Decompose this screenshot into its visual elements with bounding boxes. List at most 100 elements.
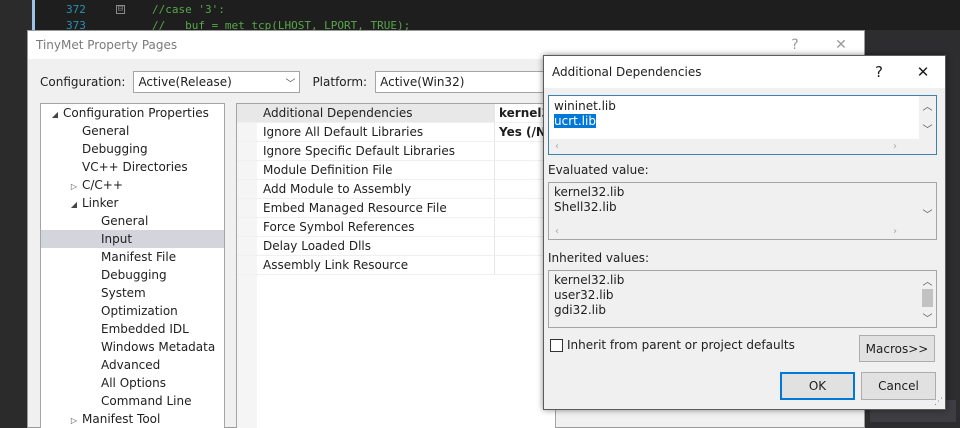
line-number: 373 <box>66 19 86 30</box>
property-name: Additional Dependencies <box>237 104 495 122</box>
property-tree[interactable]: ◢ Configuration Properties General Debuggin… <box>40 103 225 428</box>
property-row[interactable]: Additional Dependencieskernel32. <box>237 104 555 123</box>
property-row[interactable]: Force Symbol References <box>237 218 555 237</box>
scroll-down-icon[interactable]: ﹀ <box>919 206 936 221</box>
tree-item[interactable]: Manifest File <box>41 248 224 266</box>
text-line: Shell32.lib <box>549 200 936 215</box>
tree-item[interactable]: All Options <box>41 374 224 392</box>
tree-item-label: Input <box>101 232 133 246</box>
scroll-up-icon[interactable]: ︿ <box>919 98 936 113</box>
tree-item[interactable]: ◢ Configuration Properties <box>41 104 224 122</box>
property-row[interactable]: Delay Loaded Dlls <box>237 237 555 256</box>
platform-value: Active(Win32) <box>380 75 465 89</box>
vertical-scrollbar[interactable]: ︿ ﹀ <box>919 96 936 154</box>
tree-item[interactable]: Command Line <box>41 392 224 410</box>
tree-item[interactable]: Windows Metadata <box>41 338 224 356</box>
tree-item[interactable]: Debugging <box>41 266 224 284</box>
cancel-button[interactable]: Cancel <box>861 372 936 400</box>
text-line: wininet.lib <box>549 99 936 114</box>
macros-button[interactable]: Macros>> <box>859 335 935 362</box>
scroll-down-icon[interactable]: ﹀ <box>919 121 936 136</box>
property-name: Assembly Link Resource <box>237 256 495 274</box>
resize-grip-icon[interactable]: ⋰ <box>934 397 943 407</box>
tree-item-label: Advanced <box>101 358 161 372</box>
inherited-values-box: kernel32.lib user32.lib gdi32.lib ︿ ﹀ <box>548 270 937 328</box>
tree-item-label: Manifest File <box>101 250 177 264</box>
line-text: user32.lib <box>554 288 614 302</box>
property-row[interactable]: Ignore All Default Libraries Yes (/NO <box>237 123 555 142</box>
property-row[interactable]: Embed Managed Resource File <box>237 199 555 218</box>
horizontal-scrollbar[interactable]: ‹ › <box>549 139 921 154</box>
text-line: gdi32.lib <box>549 303 936 318</box>
property-row[interactable]: Module Definition File <box>237 161 555 180</box>
code-editor: 372 ⊟ //case '3': 373 // buf = met_tcp(L… <box>32 0 960 30</box>
scroll-left-icon[interactable]: ‹ <box>555 139 559 154</box>
collapsed-arrow-icon[interactable]: ▷ <box>68 412 80 428</box>
close-button[interactable]: ✕ <box>818 37 864 53</box>
text-line: user32.lib <box>549 288 936 303</box>
tree-item[interactable]: ◢ Linker <box>41 194 224 212</box>
tree-item[interactable]: Debugging <box>41 140 224 158</box>
scroll-down-icon[interactable]: ﹀ <box>919 310 936 325</box>
scroll-right-icon[interactable]: › <box>893 139 897 154</box>
tree-item-label: General <box>101 214 149 228</box>
line-text: kernel32.lib <box>554 185 625 199</box>
property-row[interactable]: Add Module to Assembly <box>237 180 555 199</box>
chevron-down-icon: ﹀ <box>285 79 296 90</box>
help-button[interactable]: ? <box>857 63 901 81</box>
tree-item-label: VC++ Directories <box>82 160 188 174</box>
inherit-checkbox[interactable] <box>550 338 563 352</box>
tree-item-label: General <box>82 124 130 138</box>
configuration-row: Configuration: Active(Release) ﹀ Platfor… <box>40 71 556 93</box>
dialog-titlebar: Additional Dependencies ? ✕ <box>544 56 945 88</box>
dependencies-edit-box[interactable]: wininet.lib ucrt.lib ︿ ﹀ ‹ › <box>548 95 937 155</box>
tree-item[interactable]: ▷ Manifest Tool <box>41 410 224 428</box>
close-button[interactable]: ✕ <box>901 63 945 81</box>
tree-item[interactable]: Input <box>41 230 224 248</box>
inherit-checkbox-row[interactable]: Inherit from parent or project defaults <box>550 338 795 352</box>
code-line: // buf = met_tcp(LHOST, LPORT, TRUE); <box>152 19 411 30</box>
property-row[interactable]: Assembly Link Resource <box>237 256 555 275</box>
tree-item-label: Linker <box>82 196 119 210</box>
configuration-value: Active(Release) <box>138 75 232 89</box>
tree-item[interactable]: Embedded IDL <box>41 320 224 338</box>
scroll-up-icon[interactable]: ︿ <box>919 273 936 288</box>
property-grid[interactable]: Additional Dependencieskernel32.Ignore A… <box>236 103 556 428</box>
tree-item-label: Embedded IDL <box>101 322 189 336</box>
vertical-scrollbar[interactable]: ︿ ﹀ <box>919 271 936 327</box>
help-button[interactable]: ? <box>772 37 818 53</box>
tree-item[interactable]: Optimization <box>41 302 224 320</box>
property-name: Delay Loaded Dlls <box>237 237 495 255</box>
code-line: //case '3': <box>152 3 225 16</box>
ok-button[interactable]: OK <box>780 372 855 400</box>
vertical-scrollbar[interactable]: ﹀ <box>919 183 936 239</box>
scroll-thumb[interactable] <box>922 289 933 307</box>
property-name: Add Module to Assembly <box>237 180 495 198</box>
horizontal-scrollbar[interactable]: ‹ › <box>549 224 921 239</box>
tree-item-label: Configuration Properties <box>63 106 209 120</box>
line-text: Shell32.lib <box>554 200 617 214</box>
tree-item[interactable]: VC++ Directories <box>41 158 224 176</box>
tree-item[interactable]: General <box>41 122 224 140</box>
line-number: 372 <box>66 3 86 16</box>
configuration-select[interactable]: Active(Release) ﹀ <box>133 71 301 93</box>
property-name: Module Definition File <box>237 161 495 179</box>
platform-select[interactable]: Active(Win32) <box>375 71 556 93</box>
tree-item[interactable]: System <box>41 284 224 302</box>
platform-label: Platform: <box>312 75 368 89</box>
evaluated-value-box: kernel32.lib Shell32.lib ﹀ ‹ › <box>548 182 937 240</box>
tree-item-label: Debugging <box>101 268 167 282</box>
line-text: kernel32.lib <box>554 273 625 287</box>
inherited-values-label: Inherited values: <box>548 251 649 265</box>
property-row[interactable]: Ignore Specific Default Libraries <box>237 142 555 161</box>
scroll-right-icon[interactable]: › <box>893 224 897 239</box>
tree-item[interactable]: Advanced <box>41 356 224 374</box>
text-line: ucrt.lib <box>549 114 936 129</box>
property-name: Ignore All Default Libraries <box>237 123 495 141</box>
scroll-left-icon[interactable]: ‹ <box>555 224 559 239</box>
tree-item[interactable]: General <box>41 212 224 230</box>
tree-item[interactable]: ▷ C/C++ <box>41 176 224 194</box>
fold-toggle-icon[interactable]: ⊟ <box>116 5 125 14</box>
tree-item-label: Windows Metadata <box>101 340 216 354</box>
tree-item-label: Command Line <box>101 394 192 408</box>
